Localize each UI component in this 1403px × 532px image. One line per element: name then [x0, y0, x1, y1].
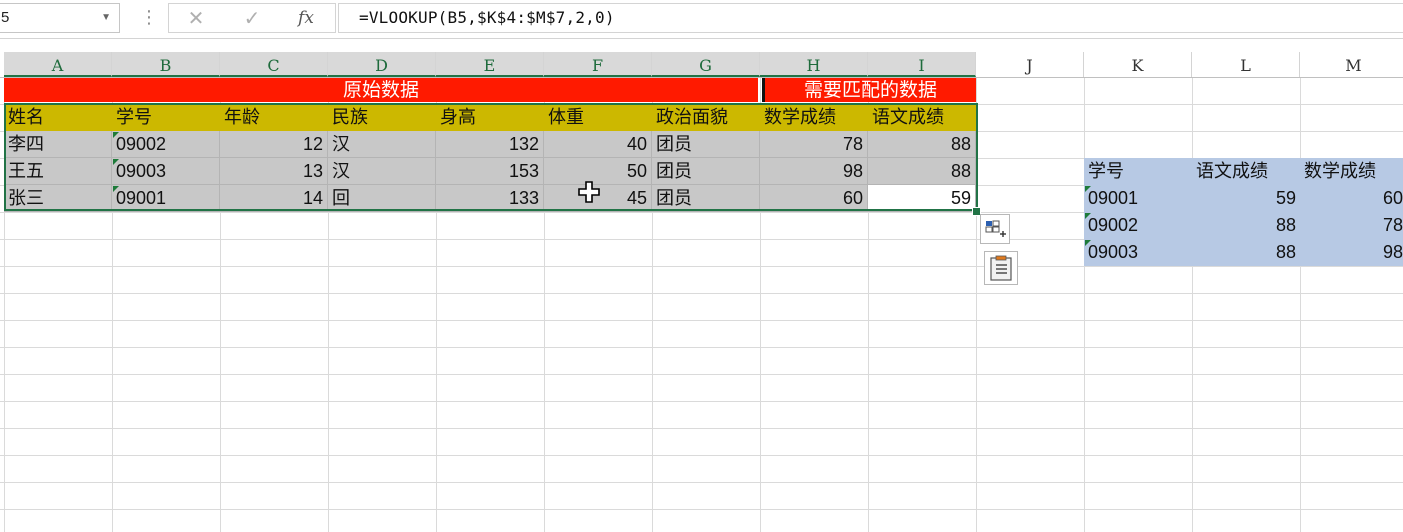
main-data-cell[interactable]: 78 [760, 131, 868, 158]
main-data-cell[interactable]: 13 [220, 158, 328, 185]
lookup-data-cell[interactable]: 98 [1300, 239, 1403, 266]
formula-bar: 5 ▼ ⋮ ✕ ✓ fx =VLOOKUP(B5,$K$4:$M$7,2,0) [0, 0, 1403, 39]
lookup-data-cell[interactable]: 09001 [1084, 185, 1192, 212]
main-data-cell[interactable]: 153 [436, 158, 544, 185]
enter-icon[interactable]: ✓ [227, 4, 277, 32]
column-header-m[interactable]: M [1300, 52, 1403, 77]
name-box[interactable]: 5 ▼ [0, 3, 120, 33]
main-data-cell[interactable]: 王五 [4, 158, 112, 185]
lookup-header-cell[interactable]: 学号 [1084, 158, 1192, 185]
main-header-cell[interactable]: 政治面貌 [652, 104, 760, 131]
formula-input[interactable]: =VLOOKUP(B5,$K$4:$M$7,2,0) [338, 3, 1403, 33]
main-data-cell[interactable]: 88 [868, 158, 976, 185]
main-data-cell[interactable]: 133 [436, 185, 544, 212]
main-data-cell[interactable]: 60 [760, 185, 868, 212]
column-header-g[interactable]: G [652, 52, 760, 77]
main-data-cell[interactable]: 张三 [4, 185, 112, 212]
column-header-e[interactable]: E [436, 52, 544, 77]
main-data-cell[interactable]: 14 [220, 185, 328, 212]
main-data-cell[interactable]: 09001 [112, 185, 220, 212]
cancel-icon[interactable]: ✕ [171, 4, 221, 32]
quick-analysis-icon[interactable] [980, 214, 1010, 244]
column-header-f[interactable]: F [544, 52, 652, 77]
main-data-cell[interactable]: 汉 [328, 131, 436, 158]
main-data-cell[interactable]: 团员 [652, 185, 760, 212]
main-header-cell[interactable]: 民族 [328, 104, 436, 131]
main-header-cell[interactable]: 姓名 [4, 104, 112, 131]
column-header-k[interactable]: K [1084, 52, 1192, 77]
main-data-cell[interactable]: 团员 [652, 131, 760, 158]
paste-options-icon[interactable] [984, 251, 1018, 285]
lookup-data-cell[interactable]: 59 [1192, 185, 1300, 212]
cross-cursor-icon [578, 181, 600, 203]
formula-buttons: ✕ ✓ fx [168, 3, 336, 33]
lookup-data-cell[interactable]: 09002 [1084, 212, 1192, 239]
main-header-cell[interactable]: 体重 [544, 104, 652, 131]
column-header-h[interactable]: H [760, 52, 868, 77]
column-header-d[interactable]: D [328, 52, 436, 77]
lookup-data-cell[interactable]: 88 [1192, 239, 1300, 266]
column-headers: ABCDEFGHIJKLM [0, 52, 1403, 78]
column-header-i[interactable]: I [868, 52, 976, 77]
column-header-a[interactable]: A [4, 52, 112, 77]
main-data-cell[interactable]: 40 [544, 131, 652, 158]
main-header-cell[interactable]: 年龄 [220, 104, 328, 131]
lookup-data-cell[interactable]: 60 [1300, 185, 1403, 212]
main-data-cell[interactable]: 李四 [4, 131, 112, 158]
lookup-header-cell[interactable]: 语文成绩 [1192, 158, 1300, 185]
original-data-title: 原始数据 [4, 78, 758, 102]
name-box-value: 5 [1, 9, 10, 26]
active-cell[interactable]: 59 [868, 185, 976, 212]
main-data-cell[interactable]: 09003 [112, 158, 220, 185]
main-header-cell[interactable]: 学号 [112, 104, 220, 131]
main-data-cell[interactable]: 09002 [112, 131, 220, 158]
chevron-down-icon[interactable]: ▼ [101, 4, 111, 32]
main-data-cell[interactable]: 98 [760, 158, 868, 185]
main-header-cell[interactable]: 身高 [436, 104, 544, 131]
main-header-cell[interactable]: 语文成绩 [868, 104, 976, 131]
insert-function-button[interactable]: fx [281, 4, 331, 32]
main-data-cell[interactable]: 132 [436, 131, 544, 158]
column-header-l[interactable]: L [1192, 52, 1300, 77]
main-data-cell[interactable]: 汉 [328, 158, 436, 185]
lookup-data-cell[interactable]: 88 [1192, 212, 1300, 239]
lookup-data-cell[interactable]: 09003 [1084, 239, 1192, 266]
column-header-j[interactable]: J [976, 52, 1084, 77]
lookup-header-cell[interactable]: 数学成绩 [1300, 158, 1403, 185]
match-data-title: 需要匹配的数据 [762, 78, 976, 102]
main-data-cell[interactable]: 12 [220, 131, 328, 158]
main-data-cell[interactable]: 回 [328, 185, 436, 212]
lookup-data-cell[interactable]: 78 [1300, 212, 1403, 239]
main-data-cell[interactable]: 88 [868, 131, 976, 158]
column-header-b[interactable]: B [112, 52, 220, 77]
main-header-cell[interactable]: 数学成绩 [760, 104, 868, 131]
more-options-icon[interactable]: ⋮ [140, 4, 158, 32]
column-header-c[interactable]: C [220, 52, 328, 77]
main-data-cell[interactable]: 团员 [652, 158, 760, 185]
